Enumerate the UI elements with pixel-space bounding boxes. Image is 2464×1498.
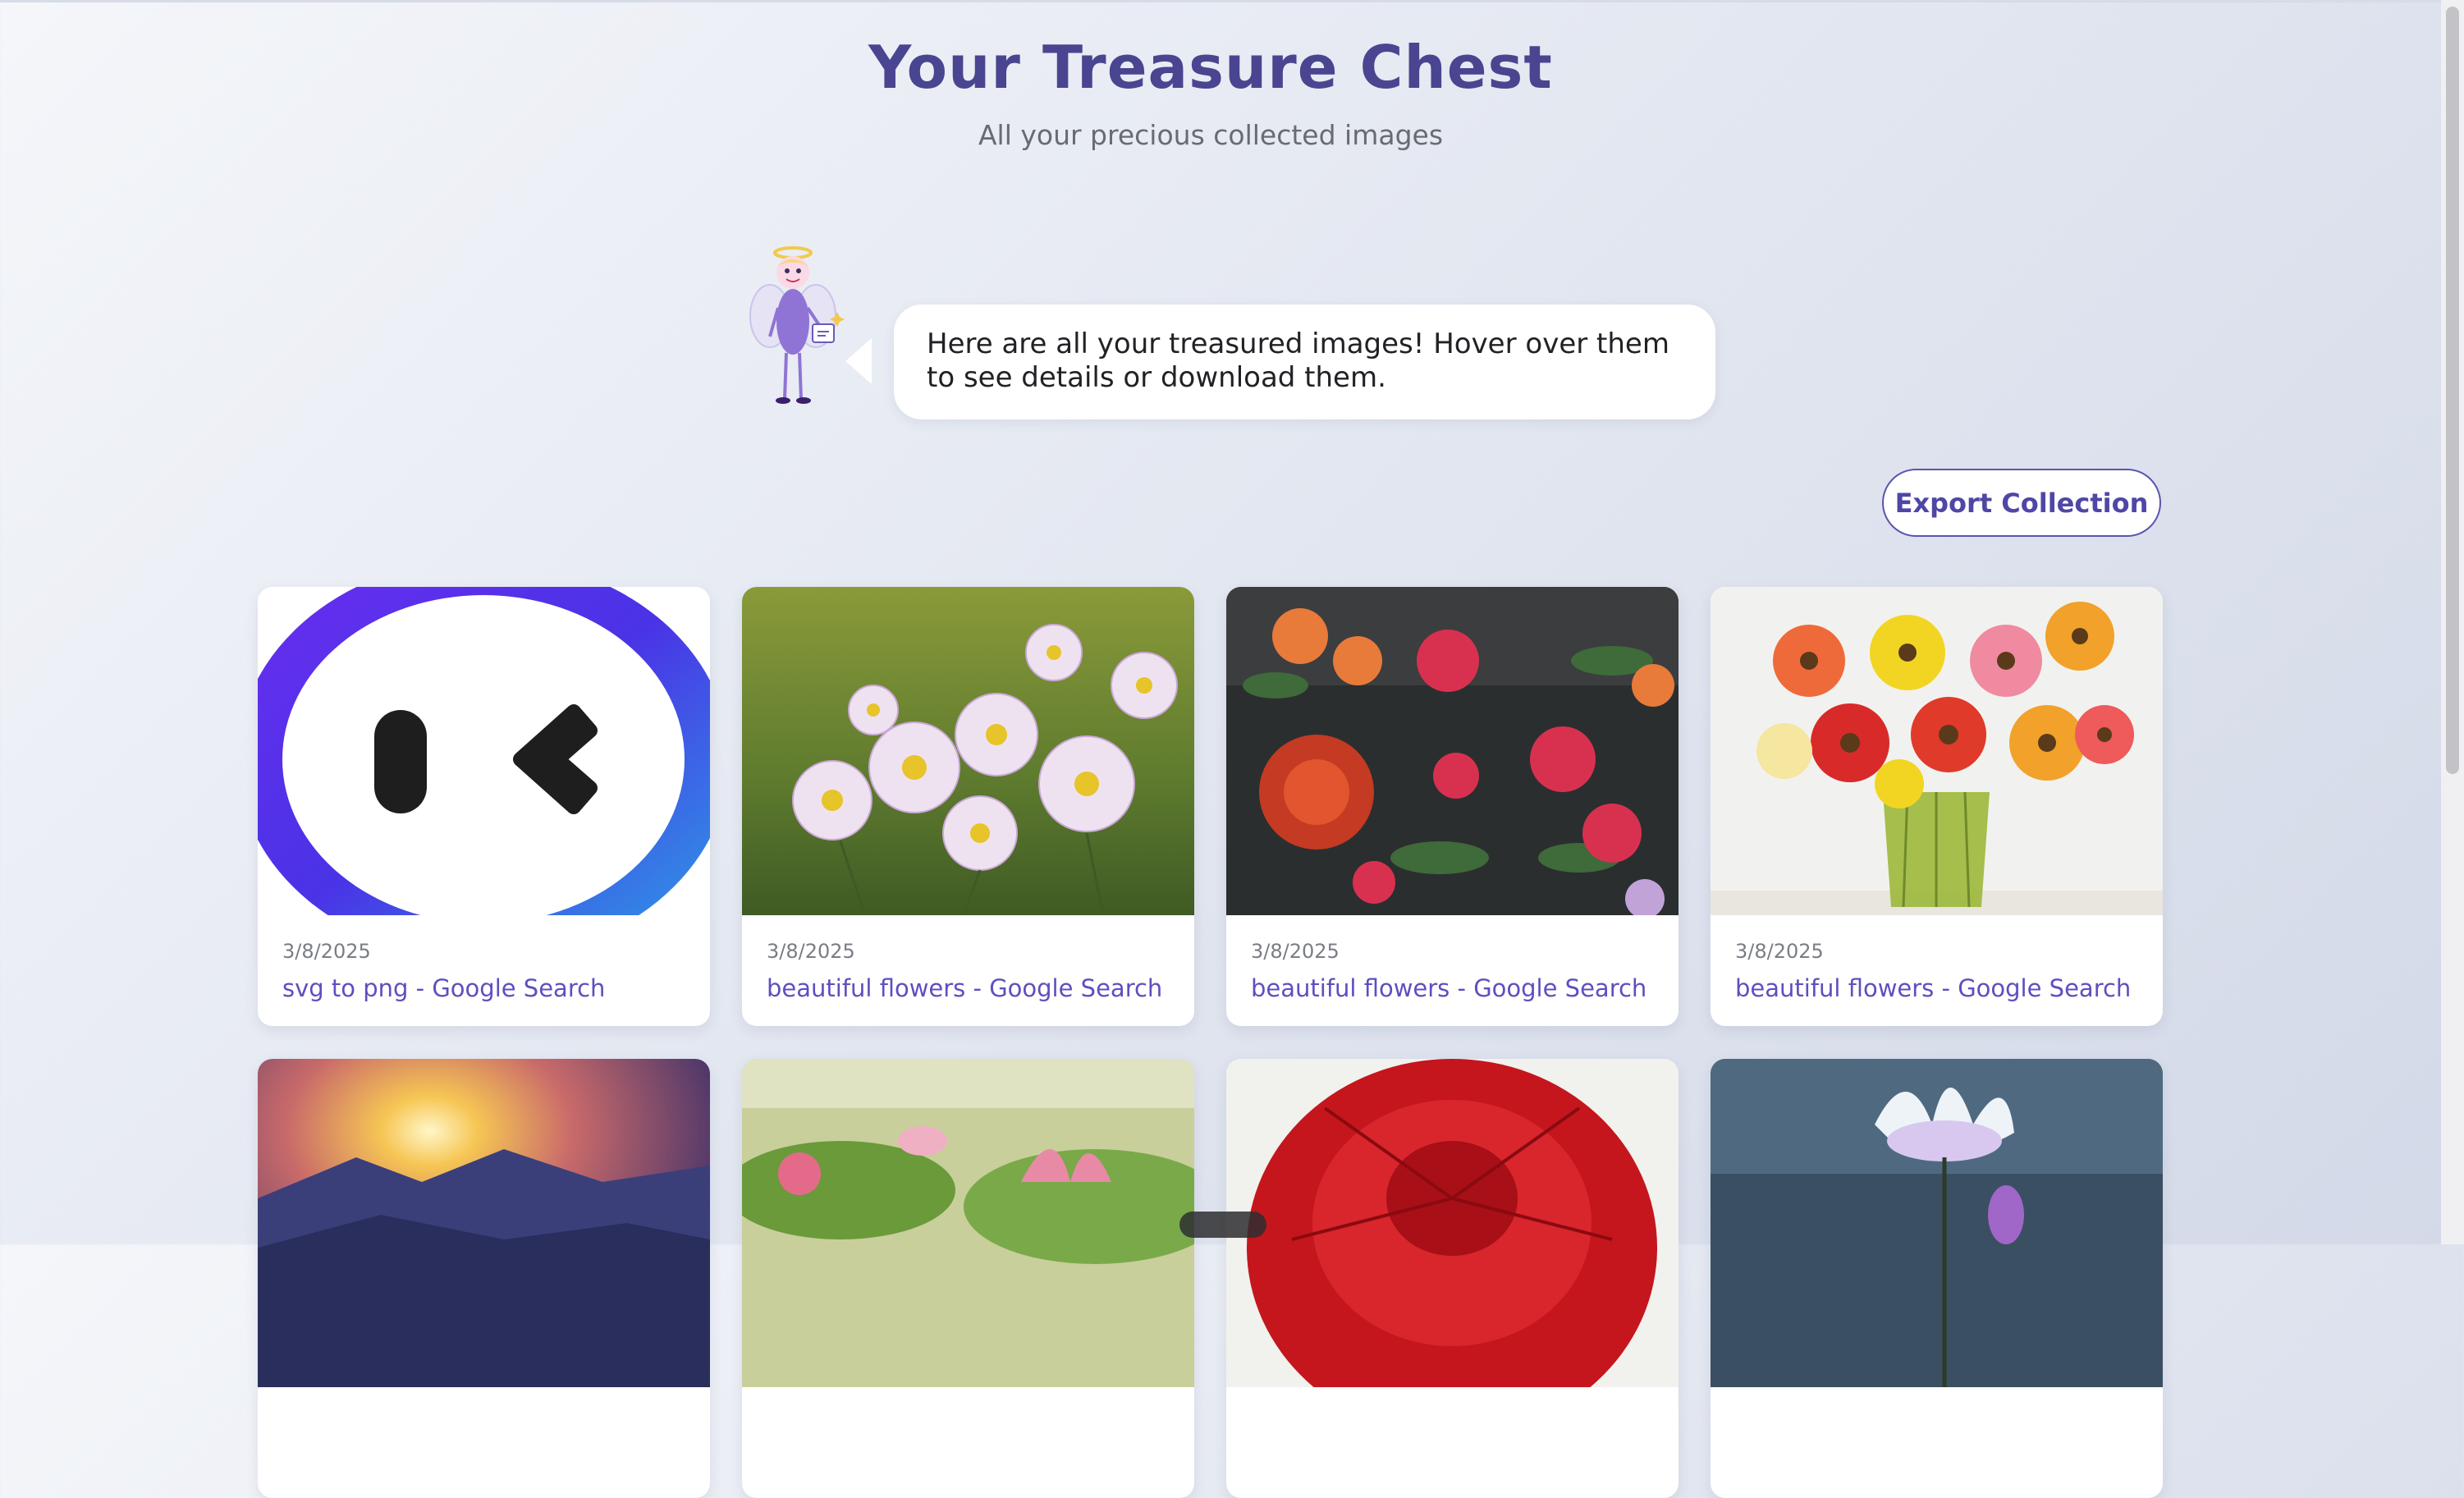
card-date: 3/8/2025 (1251, 940, 1340, 963)
card-source-link[interactable]: beautiful flowers - Google Search (1735, 974, 2138, 1002)
card-image[interactable] (742, 1059, 1194, 1387)
card-date: 3/8/2025 (1735, 940, 1824, 963)
speech-bubble-tail (845, 338, 872, 384)
card-source-link[interactable]: svg to png - Google Search (282, 974, 685, 1002)
angel-mascot-icon (730, 238, 854, 410)
image-gallery: 3/8/2025 svg to png - Google Search 3/8/… (258, 587, 2164, 1498)
treasure-chest-page: Your Treasure Chest All your precious co… (0, 0, 2439, 1498)
export-collection-button[interactable]: Export Collection (1882, 469, 2161, 537)
page-subtitle: All your precious collected images (978, 119, 1444, 151)
gallery-card[interactable]: 3/8/2025 beautiful flowers - Google Sear… (1711, 587, 2163, 1026)
card-source-link[interactable]: beautiful flowers - Google Search (767, 974, 1170, 1002)
assistant-speech-bubble: Here are all your treasured images! Hove… (894, 305, 1715, 419)
card-image[interactable] (1226, 587, 1679, 915)
gallery-card[interactable]: 3/8/2025 svg to png - Google Search (258, 587, 710, 1026)
bottom-drag-handle[interactable] (1179, 1212, 1266, 1238)
card-image[interactable] (1711, 1059, 2163, 1387)
gallery-card[interactable]: 3/8/2025 beautiful flowers - Google Sear… (742, 587, 1194, 1026)
gallery-card[interactable] (1226, 1059, 1679, 1498)
card-image[interactable] (1226, 1059, 1679, 1387)
page-title: Your Treasure Chest (868, 33, 1553, 102)
card-image[interactable] (1711, 587, 2163, 915)
gallery-card[interactable] (742, 1059, 1194, 1498)
card-image[interactable] (258, 1059, 710, 1387)
card-image[interactable] (258, 587, 710, 915)
gallery-card[interactable] (258, 1059, 710, 1498)
gallery-card[interactable] (1711, 1059, 2163, 1498)
card-image[interactable] (742, 587, 1194, 915)
card-date: 3/8/2025 (767, 940, 855, 963)
card-source-link[interactable]: beautiful flowers - Google Search (1251, 974, 1654, 1002)
scrollbar-thumb[interactable] (2446, 7, 2459, 774)
gallery-card[interactable]: 3/8/2025 beautiful flowers - Google Sear… (1226, 587, 1679, 1026)
card-date: 3/8/2025 (282, 940, 371, 963)
